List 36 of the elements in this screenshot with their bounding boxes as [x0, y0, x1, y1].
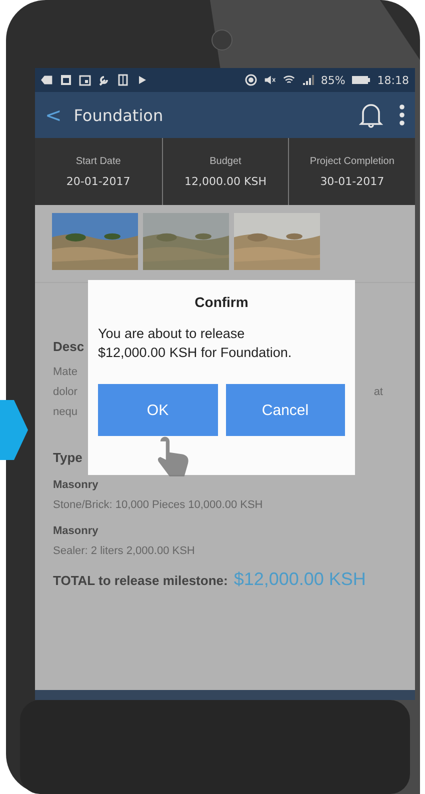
speaker-muted-icon [264, 74, 276, 86]
signal-icon [302, 74, 314, 86]
camera-icon [211, 29, 233, 51]
section-heading: Desc [53, 339, 84, 354]
item-detail: Sealer: 2 liters 2,000.00 KSH [53, 545, 195, 557]
stat-value: 12,000.00 KSH [184, 174, 266, 188]
stat-value: 20-01-2017 [66, 174, 130, 188]
ok-button[interactable]: OK [98, 384, 218, 436]
item-category: Masonry [53, 525, 98, 537]
target-icon [244, 74, 257, 86]
item-category: Masonry [53, 479, 98, 491]
section-heading: Type [53, 450, 82, 465]
battery-percentage: 85% [320, 74, 346, 86]
more-options-icon[interactable] [399, 104, 405, 126]
play-icon [136, 74, 148, 86]
wifi-icon [282, 74, 295, 86]
item-detail: Stone/Brick: 10,000 Pieces 10,000.00 KSH [53, 499, 263, 511]
stat-label: Start Date [76, 156, 121, 166]
bell-icon[interactable] [359, 102, 383, 128]
stat-label: Budget [210, 156, 242, 166]
total-label: TOTAL to release milestone: [53, 573, 228, 588]
total-amount: $12,000.00 KSH [234, 569, 366, 590]
wrench-icon [98, 74, 110, 86]
clock-time: 18:18 [377, 74, 409, 86]
battery-icon [352, 75, 370, 85]
dialog-message: You are about to release $12,000.00 KSH for Foundation. [98, 325, 293, 362]
description-text: at [374, 386, 383, 400]
cancel-button[interactable]: Cancel [226, 384, 345, 436]
stat-value: 30-01-2017 [320, 174, 384, 188]
description-text: Mate [53, 366, 78, 380]
description-text: nequ [53, 406, 78, 420]
dialog-title: Confirm [194, 294, 250, 310]
back-button[interactable]: < [45, 103, 62, 127]
screen-title: Foundation [74, 106, 164, 124]
stat-label: Project Completion [310, 156, 394, 166]
description-text: dolor [53, 386, 78, 400]
